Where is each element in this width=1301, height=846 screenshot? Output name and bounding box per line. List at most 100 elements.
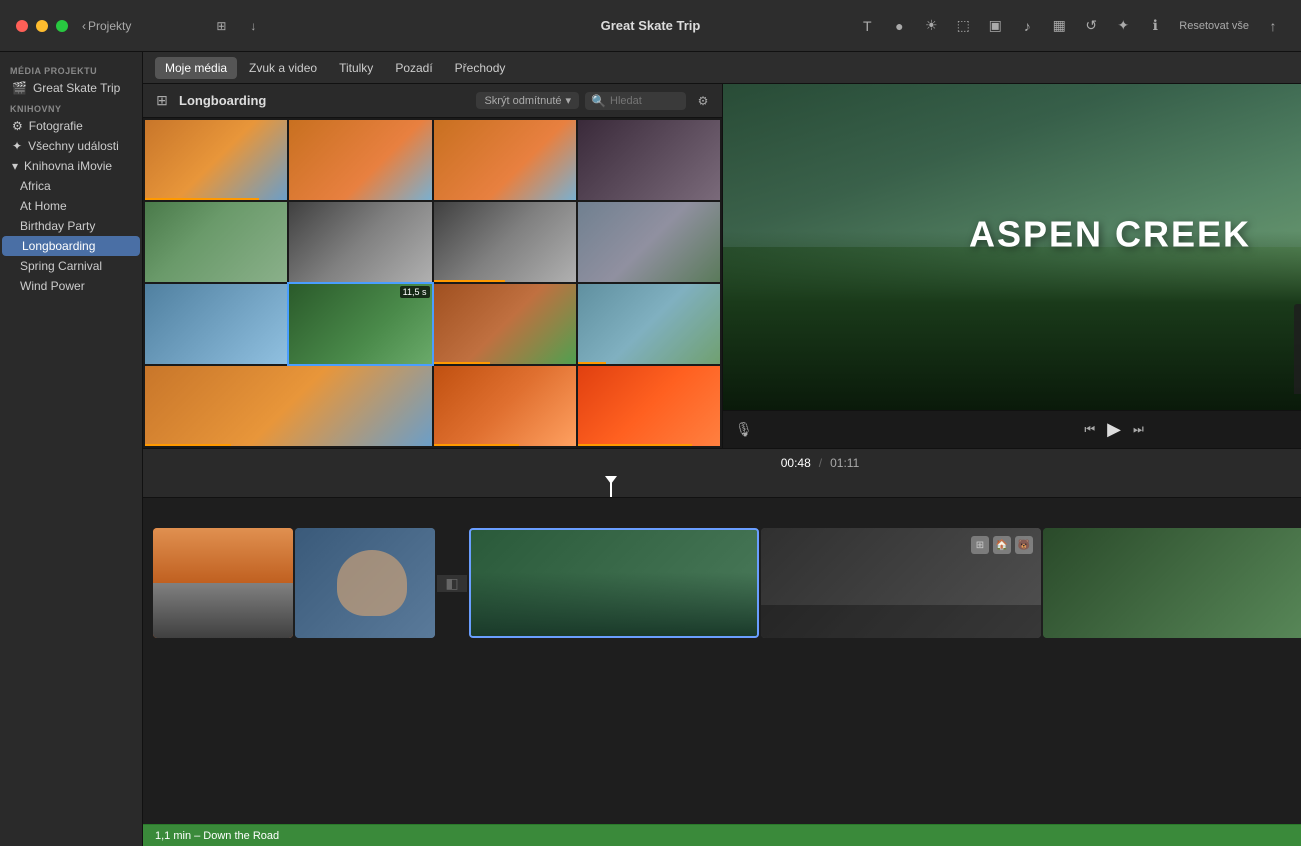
sidebar-item-at-home[interactable]: At Home (0, 196, 142, 216)
sidebar-item-spring-carnival[interactable]: Spring Carnival (0, 256, 142, 276)
play-button[interactable]: ▶ (1107, 419, 1121, 440)
timeline-ruler (143, 476, 1301, 498)
title-bar-right: T ● ☀ ⬚ ▣ ♪ ▦ ↺ ✦ ℹ Resetovat vše ↑ (855, 14, 1301, 38)
preview-video[interactable]: ASPEN CREEK (723, 84, 1301, 410)
photo-icon: ⚙ (12, 119, 23, 133)
skip-forward-button[interactable]: ⏭ (1133, 422, 1144, 437)
audio-tool[interactable]: ♪ (1015, 14, 1039, 38)
noise-tool[interactable]: ✦ (1111, 14, 1135, 38)
tab-titulky[interactable]: Titulky (329, 57, 383, 79)
sidebar-item-vsechny-udalosti[interactable]: ✦ Všechny události (2, 136, 140, 156)
grid-view-button[interactable]: ⊞ (151, 90, 173, 112)
main-timeline-track: ◧ 2,2 s – ASPEN CREEK.... (143, 518, 1301, 648)
fotografie-label: Fotografie (29, 119, 83, 133)
sidebar-item-longboarding[interactable]: Longboarding (2, 236, 140, 256)
media-thumb-13[interactable] (145, 366, 432, 446)
gear-button[interactable]: ⚙ (692, 90, 714, 112)
tab-prechody[interactable]: Přechody (445, 57, 516, 79)
toolbar-icons: ⊞ ↓ (207, 12, 267, 40)
media-thumb-12[interactable] (578, 284, 720, 364)
browser-title: Longboarding (179, 93, 470, 108)
text-tool[interactable]: T (855, 14, 879, 38)
media-thumb-3[interactable] (434, 120, 576, 200)
playhead-triangle (605, 476, 617, 484)
media-thumb-11[interactable] (434, 284, 576, 364)
sidebar-item-africa[interactable]: Africa (0, 176, 142, 196)
search-icon: 🔍 (591, 94, 606, 108)
clip-icons: ⊞ 🏠 🐻 (971, 536, 1033, 554)
speed-tool[interactable]: ↺ (1079, 14, 1103, 38)
edit-toolbar: T ● ☀ ⬚ ▣ ♪ ▦ ↺ ✦ ℹ (855, 14, 1167, 38)
browser-header: ⊞ Longboarding Skrýt odmítnuté ▾ 🔍 ⚙ (143, 84, 722, 118)
video-tool[interactable]: ▣ (983, 14, 1007, 38)
star-icon: ✦ (12, 139, 22, 153)
share-icon[interactable]: ↑ (1261, 14, 1285, 38)
media-thumb-10[interactable]: 11,5 s (289, 284, 431, 364)
sidebar-item-wind-power[interactable]: Wind Power (0, 276, 142, 296)
sidebar-item-imovie-library[interactable]: ▾ Knihovna iMovie (2, 156, 140, 176)
layout-icon[interactable]: ⊞ (207, 12, 235, 40)
minimize-button[interactable] (36, 20, 48, 32)
hide-rejected-button[interactable]: Skrýt odmítnuté ▾ (476, 92, 579, 109)
clip-girl[interactable] (295, 528, 435, 638)
back-button[interactable]: ‹ Projekty (82, 19, 131, 33)
timecode-separator: / (819, 456, 822, 470)
middle-section: ⊞ Longboarding Skrýt odmítnuté ▾ 🔍 ⚙ (143, 84, 1301, 448)
clip-skaters[interactable]: 2,2 s – ASPEN CREEK.... (469, 528, 759, 638)
timecode-bar: 00:48 / 01:11 🔊 Nastavení (143, 448, 1301, 476)
film-icon: 🎬 (12, 81, 27, 95)
crop-tool[interactable]: ⬚ (951, 14, 975, 38)
mic-button[interactable]: 🎙 (735, 421, 753, 438)
media-thumb-4[interactable] (578, 120, 720, 200)
playhead (610, 476, 612, 497)
media-thumb-14[interactable] (434, 366, 576, 446)
media-thumb-2[interactable] (289, 120, 431, 200)
reset-button[interactable]: Resetovat vše (1173, 18, 1255, 34)
skip-back-button[interactable]: ⏮ (1084, 422, 1095, 437)
search-input[interactable] (610, 95, 680, 107)
import-icon[interactable]: ↓ (239, 12, 267, 40)
media-grid: 11,5 s (143, 118, 722, 448)
media-thumb-7[interactable] (434, 202, 576, 282)
search-box: 🔍 (585, 92, 686, 110)
close-button[interactable] (16, 20, 28, 32)
clip-forest[interactable] (1043, 528, 1301, 638)
clip-skatepark[interactable]: ⊞ 🏠 🐻 (761, 528, 1041, 638)
preview-title-text: ASPEN CREEK (969, 213, 1251, 255)
media-tabs: Moje média Zvuk a video Titulky Pozadí P… (155, 57, 515, 79)
hide-rejected-label: Skrýt odmítnuté (484, 95, 561, 107)
window-controls: ‹ Projekty (0, 19, 147, 33)
tab-zvuk-video[interactable]: Zvuk a video (239, 57, 327, 79)
sidebar-item-birthday-party[interactable]: Birthday Party (0, 216, 142, 236)
tab-moje-media[interactable]: Moje média (155, 57, 237, 79)
timeline-tracks: ◧ 2,2 s – ASPEN CREEK.... (143, 498, 1301, 824)
media-thumb-6[interactable] (289, 202, 431, 282)
maximize-button[interactable] (56, 20, 68, 32)
content-area: Moje média Zvuk a video Titulky Pozadí P… (143, 52, 1301, 846)
duration-badge: 11,5 s (400, 286, 430, 298)
media-thumb-5[interactable] (145, 202, 287, 282)
sidebar-item-project[interactable]: 🎬 Great Skate Trip (2, 78, 140, 98)
color-tool[interactable]: ● (887, 14, 911, 38)
project-name: Great Skate Trip (33, 81, 120, 95)
window-title: Great Skate Trip (601, 18, 701, 33)
media-thumb-1[interactable] (145, 120, 287, 200)
imovie-library-label: Knihovna iMovie (24, 159, 112, 173)
filter-tool[interactable]: ☀ (919, 14, 943, 38)
back-label: Projekty (88, 19, 131, 33)
sidebar-item-fotografie[interactable]: ⚙ Fotografie (2, 116, 140, 136)
media-thumb-15[interactable] (578, 366, 720, 446)
status-label: 1,1 min – Down the Road (155, 830, 279, 842)
media-thumb-8[interactable] (578, 202, 720, 282)
media-thumb-9[interactable] (145, 284, 287, 364)
hide-rejected-chevron-icon: ▾ (566, 94, 572, 107)
tab-pozadi[interactable]: Pozadí (385, 57, 442, 79)
timecode-total: 01:11 (830, 456, 859, 470)
libraries-label: KNIHOVNY (0, 98, 142, 116)
clip-sunset[interactable] (153, 528, 293, 638)
media-project-label: MÉDIA PROJEKTU (0, 60, 142, 78)
chevron-down-icon: ▾ (12, 159, 18, 173)
chart-tool[interactable]: ▦ (1047, 14, 1071, 38)
info-tool[interactable]: ℹ (1143, 14, 1167, 38)
title-bar: ‹ Projekty ⊞ ↓ Great Skate Trip T ● ☀ ⬚ … (0, 0, 1301, 52)
